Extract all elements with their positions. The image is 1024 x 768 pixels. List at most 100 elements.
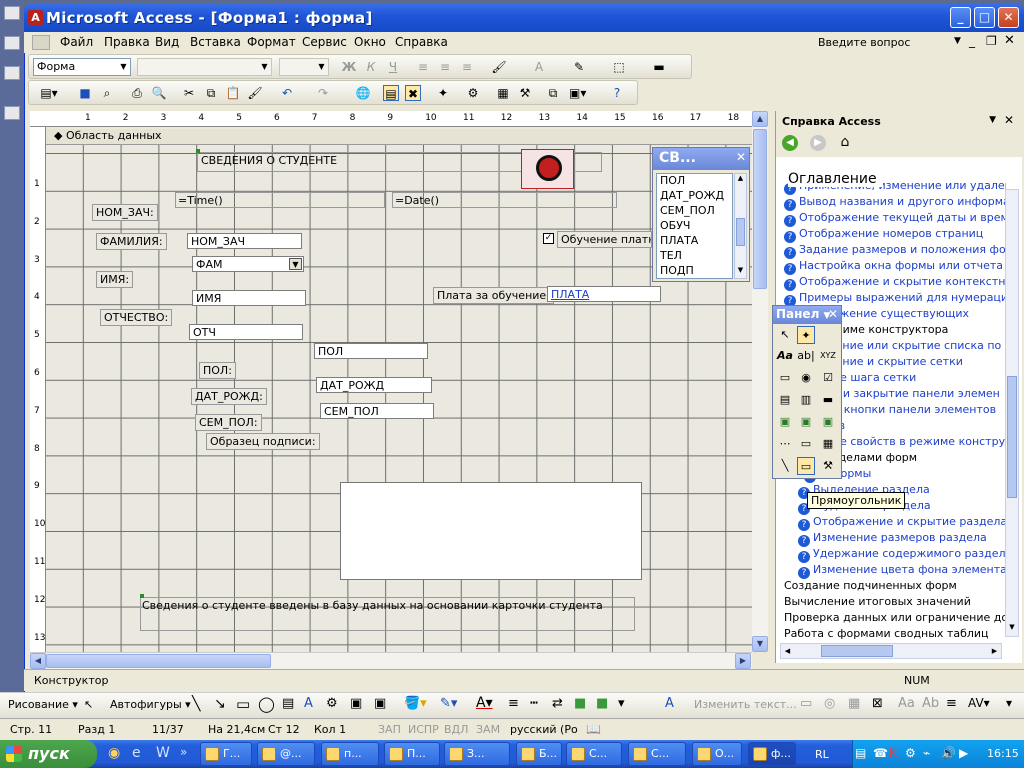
help-book-item[interactable]: Вычисление итоговых значений (784, 595, 1006, 611)
obuchenie-label[interactable]: Обучение платно (557, 231, 652, 248)
scroll-up-icon[interactable]: ▲ (752, 111, 768, 127)
dash-style-icon[interactable]: ┅ (530, 696, 538, 711)
help-topic-link[interactable]: ?Вывод названия и другого информации (784, 195, 1006, 211)
back-icon[interactable]: ◀ (782, 135, 798, 151)
align-center-icon[interactable]: ≡ (437, 59, 453, 75)
fill-color-icon[interactable]: 🖌 (491, 59, 507, 75)
tray-icon[interactable]: ▶ (959, 746, 968, 760)
clipart-icon[interactable]: ▣ (350, 696, 362, 711)
bold-icon[interactable]: Ж (341, 59, 357, 75)
field-list-scrollbar[interactable]: ▲ ▼ (734, 173, 747, 279)
autoshapes-menu[interactable]: Автофигуры ▾ (110, 698, 191, 711)
copy-icon[interactable]: ⧉ (203, 85, 219, 101)
taskbar-button[interactable]: п... (321, 742, 379, 766)
spelling-icon[interactable]: 📖 (586, 722, 601, 736)
taskbar-button[interactable]: Г... (200, 742, 252, 766)
start-button[interactable]: пуск (0, 740, 97, 768)
option-button-icon[interactable]: ◉ (797, 369, 815, 387)
dat-rozhd-field[interactable]: ДАТ_РОЖД (316, 377, 432, 393)
page-break-icon[interactable]: ⋯ (776, 435, 794, 453)
help-book-item[interactable]: Работа с формами сводных таблиц (784, 627, 1006, 643)
doc-restore-button[interactable]: ❐ (986, 34, 997, 48)
field-list-title-bar[interactable]: СВ... ✕ (653, 148, 749, 170)
oval-icon[interactable]: ◯ (258, 695, 275, 713)
menu-format[interactable]: Формат (247, 35, 296, 49)
border-width-icon[interactable]: ⬚ (611, 59, 627, 75)
line-icon[interactable]: ╲ (192, 696, 200, 712)
menu-view[interactable]: Вид (155, 35, 179, 49)
help-hscroll[interactable]: ◀ ▶ (780, 643, 1002, 659)
help-icon[interactable]: ? (609, 85, 625, 101)
wordart-shape-icon[interactable]: ▭ (800, 696, 812, 711)
quicklaunch-icon[interactable]: ◉ (108, 745, 120, 761)
pol-label[interactable]: ПОЛ: (199, 362, 236, 379)
menu-file[interactable]: Файл (60, 35, 93, 49)
signature-frame[interactable] (340, 482, 642, 580)
redo-icon[interactable]: ↷ (315, 85, 331, 101)
pointer-icon[interactable]: ↖ (84, 698, 93, 711)
list-item[interactable]: ОБУЧ (657, 219, 732, 234)
status-trk[interactable]: ИСПР (408, 723, 439, 736)
menu-service[interactable]: Сервис (302, 35, 347, 49)
format-painter-icon[interactable]: 🖌 (247, 85, 263, 101)
time-field[interactable]: =Time() (175, 192, 385, 208)
paste-icon[interactable]: 📋 (225, 85, 241, 101)
wordart-icon[interactable]: A (304, 696, 313, 711)
menu-edit[interactable]: Правка (104, 35, 150, 49)
scroll-thumb[interactable] (736, 218, 745, 246)
chevron-down-icon[interactable]: ▼ (258, 59, 271, 75)
format-wordart-icon[interactable]: ▦ (848, 696, 860, 711)
status-ext[interactable]: ВДЛ (444, 723, 468, 736)
ask-dropdown-icon[interactable]: ▼ (954, 36, 961, 46)
rectangle-tool-icon[interactable]: ▭ (797, 457, 815, 475)
list-box-icon[interactable]: ▥ (797, 391, 815, 409)
taskbar-button[interactable]: З... (444, 742, 510, 766)
scroll-thumb[interactable] (753, 129, 767, 289)
tray-icon[interactable]: ☎ (873, 746, 888, 760)
edit-text-button[interactable]: Изменить текст... (694, 698, 797, 711)
scroll-right-icon[interactable]: ▶ (735, 653, 751, 669)
scroll-thumb[interactable] (46, 654, 271, 668)
toolbox-icon[interactable]: ✖ (405, 85, 421, 101)
search-icon[interactable]: ⌕ (99, 85, 115, 101)
properties-icon[interactable]: ▦ (495, 85, 511, 101)
horizontal-scrollbar[interactable]: ◀ ▶ (30, 652, 752, 669)
save-icon[interactable]: ■ (77, 85, 93, 101)
list-item[interactable]: ПЛАТА (657, 234, 732, 249)
more-controls-icon[interactable]: ⚒ (819, 457, 837, 475)
tray-icon[interactable]: ▤ (855, 746, 866, 760)
alignment-icon[interactable]: ≡ (946, 696, 957, 711)
help-topic-link[interactable]: ? Настройка окна формы или отчета (784, 259, 1006, 275)
font-color-icon[interactable]: A▾ (476, 695, 493, 711)
preview-icon[interactable]: 🔍 (151, 85, 167, 101)
chevron-down-icon[interactable]: ▼ (315, 59, 328, 75)
minimize-button[interactable]: _ (950, 7, 971, 28)
diagram-icon[interactable]: ⚙ (326, 696, 338, 711)
signature-label[interactable]: Образец подписи: (206, 433, 320, 450)
list-item[interactable]: СЕМ_ПОЛ (657, 204, 732, 219)
more-icon[interactable]: ▾ (1006, 696, 1012, 710)
vertical-scrollbar[interactable]: ▲ ▼ (752, 111, 768, 652)
tray-icon[interactable]: ⚙ (905, 746, 916, 760)
underline-icon[interactable]: Ч (385, 59, 401, 75)
sem-pol-field[interactable]: СЕМ_ПОЛ (320, 403, 434, 419)
otchestvo-label[interactable]: ОТЧЕСТВО: (100, 309, 173, 326)
align-right-icon[interactable]: ≡ (459, 59, 475, 75)
scroll-down-icon[interactable]: ▼ (735, 266, 746, 278)
hyperlink-icon[interactable]: 🌐 (355, 85, 371, 101)
status-ovr[interactable]: ЗАМ (476, 723, 500, 736)
checkbox[interactable]: ✓ (543, 233, 554, 244)
language-indicator[interactable]: RL (815, 748, 829, 761)
list-item[interactable]: ТЕЛ (657, 249, 732, 264)
close-icon[interactable]: ✕ (828, 307, 838, 321)
wizard-icon[interactable]: ✦ (797, 326, 815, 344)
home-icon[interactable]: ⌂ (836, 134, 854, 152)
scroll-left-icon[interactable]: ◀ (30, 653, 46, 669)
taskbar-button[interactable]: С... (566, 742, 622, 766)
more-icon[interactable]: ▾ (618, 696, 625, 711)
shadow-icon[interactable]: ■ (574, 696, 586, 711)
char-spacing-icon[interactable]: AV▾ (968, 696, 990, 710)
help-topic-link[interactable]: ? Отображение номеров страниц (784, 227, 1006, 243)
help-topic-link[interactable]: ? Изменение размеров раздела (784, 531, 1006, 547)
taskbar-button[interactable]: ф... (748, 742, 796, 766)
